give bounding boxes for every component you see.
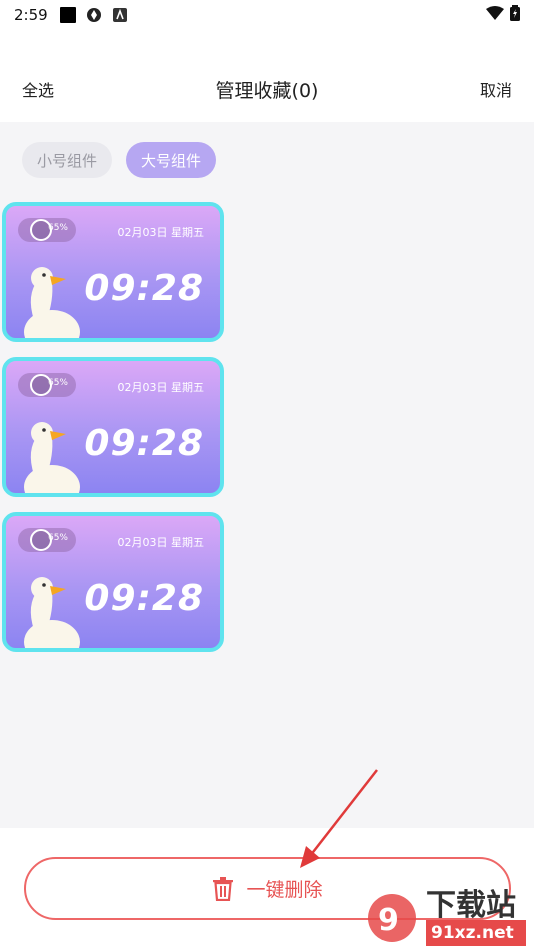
- delete-all-label: 一键删除: [246, 879, 323, 901]
- select-radio[interactable]: [30, 529, 52, 551]
- tab-large-widgets[interactable]: 大号组件: [126, 142, 217, 178]
- goose-icon: [24, 577, 80, 648]
- header-bar: 全选 管理收藏(0) 取消: [0, 56, 534, 122]
- widget-date: 02月03日 星期五: [117, 536, 205, 549]
- sync-icon: [86, 7, 103, 24]
- select-radio[interactable]: [30, 219, 52, 241]
- goose-icon: [24, 422, 80, 493]
- watermark-domain: 91xz.net: [426, 920, 526, 946]
- screen: 2:59 全选 管理收藏(0) 取消 小号组件 大号组件 65% 02月03日 …: [0, 0, 534, 950]
- widget-card[interactable]: 65% 02月03日 星期五 09:28: [2, 512, 224, 652]
- select-radio[interactable]: [30, 374, 52, 396]
- status-time: 2:59: [14, 6, 48, 24]
- widget-date: 02月03日 星期五: [117, 381, 205, 394]
- tab-small-widgets[interactable]: 小号组件: [22, 142, 113, 178]
- svg-text:9: 9: [378, 903, 399, 938]
- wifi-icon: [486, 6, 504, 24]
- watermark-brand: 下载站: [426, 888, 516, 923]
- widget-time: 09:28: [84, 268, 204, 309]
- widget-card[interactable]: 65% 02月03日 星期五 09:28: [2, 357, 224, 497]
- status-bar: 2:59: [0, 0, 534, 30]
- trash-icon: [213, 876, 234, 901]
- cancel-button[interactable]: 取消: [480, 77, 512, 101]
- widget-date: 02月03日 星期五: [117, 226, 205, 239]
- select-all-button[interactable]: 全选: [22, 77, 54, 101]
- text-notification-icon: [112, 7, 129, 24]
- size-tabs: 小号组件 大号组件: [22, 142, 217, 178]
- app-notification-icon: [60, 7, 77, 24]
- widget-time: 09:28: [84, 423, 204, 464]
- widget-time: 09:28: [84, 578, 204, 619]
- goose-icon: [24, 267, 80, 338]
- battery-icon: [510, 5, 520, 25]
- site-watermark: 9 下载站 91xz.net: [364, 880, 534, 950]
- favorites-content: 小号组件 大号组件 65% 02月03日 星期五 09:28 65% 02月03…: [0, 122, 534, 828]
- page-title: 管理收藏(0): [215, 79, 319, 102]
- widget-card[interactable]: 65% 02月03日 星期五 09:28: [2, 202, 224, 342]
